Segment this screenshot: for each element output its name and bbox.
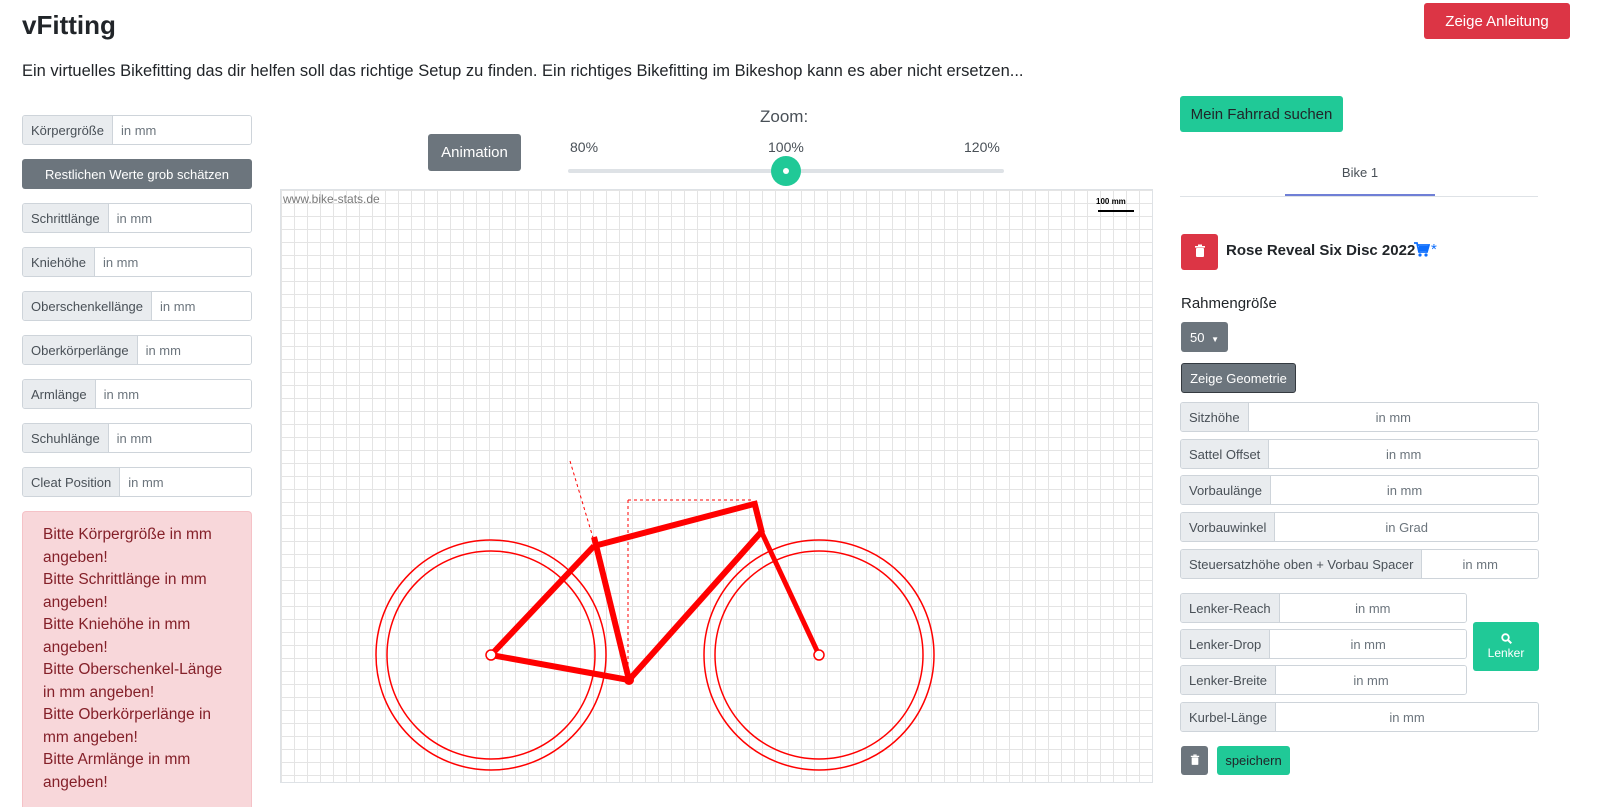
- alert-line: Bitte Kniehöhe in mm angeben!: [43, 616, 191, 656]
- crank-length-group: Kurbel-Länge: [1180, 702, 1539, 732]
- spacer-height-group: Steuersatzhöhe oben + Vorbau Spacer: [1180, 549, 1539, 579]
- front-hub: [813, 649, 825, 661]
- reset-bike-button[interactable]: [1181, 746, 1208, 775]
- estimate-values-button[interactable]: Restlichen Werte grob schätzen: [22, 159, 252, 189]
- validation-alert: Bitte Körpergröße in mm angeben! Bitte S…: [22, 511, 252, 807]
- body-height-input[interactable]: [112, 116, 251, 144]
- zoom-tick-max: 120%: [964, 139, 1000, 155]
- knee-height-input[interactable]: [94, 248, 251, 276]
- bike-name: Rose Reveal Six Disc 2022: [1226, 242, 1416, 259]
- down-tube: [626, 529, 765, 682]
- bar-width-group: Lenker-Breite: [1180, 665, 1467, 695]
- arm-length-label: Armlänge: [23, 380, 96, 408]
- zoom-slider-thumb[interactable]: [771, 156, 801, 186]
- knee-height-label: Kniehöhe: [23, 248, 95, 276]
- torso-length-label: Oberkörperlänge: [23, 336, 138, 364]
- show-guide-button[interactable]: Zeige Anleitung: [1424, 3, 1570, 39]
- alert-line: Bitte Körpergröße in mm angeben!: [43, 526, 212, 566]
- handlebar-search-button[interactable]: Lenker: [1473, 622, 1539, 671]
- chainstay: [490, 652, 630, 683]
- alert-line: Bitte Schrittlänge in mm angeben!: [43, 571, 207, 611]
- trash-icon: [1194, 244, 1205, 257]
- bike-frame-drawing: [375, 460, 935, 771]
- seat-height-input[interactable]: [1248, 403, 1538, 431]
- zoom-tick-min: 80%: [570, 139, 599, 155]
- frame-size-dropdown[interactable]: 50 ▼: [1181, 322, 1228, 352]
- shoe-length-label: Schuhlänge: [23, 424, 109, 452]
- stem-length-group: Vorbaulänge: [1180, 475, 1539, 505]
- zoom-tick-mid: 100%: [768, 139, 804, 155]
- seatstay: [488, 543, 597, 658]
- delete-bike-button[interactable]: [1181, 234, 1218, 270]
- seat-tube: [591, 536, 632, 681]
- torso-length-group: Oberkörperlänge: [22, 335, 252, 365]
- rear-hub: [485, 649, 497, 661]
- cleat-position-label: Cleat Position: [23, 468, 121, 496]
- spacer-height-input[interactable]: [1422, 550, 1538, 578]
- crank-length-input[interactable]: [1276, 703, 1538, 731]
- find-my-bike-button[interactable]: Mein Fahrrad suchen: [1180, 96, 1343, 132]
- thigh-length-group: Oberschenkellänge: [22, 291, 252, 321]
- seat-height-group: Sitzhöhe: [1180, 402, 1539, 432]
- bar-width-label: Lenker-Breite: [1181, 666, 1277, 694]
- arm-length-group: Armlänge: [22, 379, 252, 409]
- thigh-length-input[interactable]: [152, 292, 251, 320]
- bar-reach-label: Lenker-Reach: [1181, 594, 1280, 622]
- thigh-length-label: Oberschenkellänge: [23, 292, 153, 320]
- body-height-group: Körpergröße: [22, 115, 252, 145]
- seat-height-label: Sitzhöhe: [1181, 403, 1249, 431]
- cart-icon[interactable]: [1414, 242, 1430, 257]
- show-geometry-button[interactable]: Zeige Geometrie: [1181, 363, 1296, 393]
- saddle-offset-label: Sattel Offset: [1181, 440, 1270, 468]
- stem-length-label: Vorbaulänge: [1181, 476, 1272, 504]
- saddle-guide: [569, 460, 595, 542]
- stem-length-input[interactable]: [1271, 476, 1538, 504]
- stem-angle-group: Vorbauwinkel: [1180, 512, 1539, 542]
- bottom-bracket: [624, 675, 634, 685]
- bar-width-input[interactable]: [1276, 666, 1466, 694]
- spacer-height-label: Steuersatzhöhe oben + Vorbau Spacer: [1181, 550, 1423, 578]
- arm-length-input[interactable]: [95, 380, 251, 408]
- search-icon: [1500, 632, 1512, 644]
- bar-reach-input[interactable]: [1279, 594, 1466, 622]
- animation-button[interactable]: Animation: [428, 134, 521, 171]
- caret-down-icon: ▼: [1211, 334, 1219, 344]
- alert-line: Bitte Armlänge in mm angeben!: [43, 751, 191, 791]
- cleat-position-input[interactable]: [120, 468, 251, 496]
- page-subtitle: Ein virtuelles Bikefitting das dir helfe…: [22, 62, 1024, 80]
- bar-drop-label: Lenker-Drop: [1181, 630, 1271, 658]
- head-tube: [751, 500, 765, 534]
- tab-bar: [1180, 196, 1538, 197]
- inseam-group: Schrittlänge: [22, 203, 252, 233]
- zoom-label: Zoom:: [760, 107, 809, 126]
- saddle-offset-input[interactable]: [1269, 440, 1538, 468]
- cleat-position-group: Cleat Position: [22, 467, 252, 497]
- stem-angle-input[interactable]: [1275, 513, 1538, 541]
- handlebar-search-label: Lenker: [1487, 645, 1525, 660]
- knee-height-group: Kniehöhe: [22, 247, 252, 277]
- bar-reach-group: Lenker-Reach: [1180, 593, 1467, 623]
- frame-size-label: Rahmengröße: [1181, 295, 1277, 312]
- stem-angle-label: Vorbauwinkel: [1181, 513, 1276, 541]
- shoe-length-input[interactable]: [108, 424, 251, 452]
- torso-length-input[interactable]: [137, 336, 251, 364]
- save-button[interactable]: speichern: [1217, 746, 1290, 775]
- alert-line: Bitte Oberschenkel-Länge in mm angeben!: [43, 661, 223, 701]
- frame-size-value: 50: [1189, 329, 1205, 345]
- body-height-label: Körpergröße: [23, 116, 113, 144]
- tab-bike-1[interactable]: Bike 1: [1285, 165, 1435, 196]
- saddle-offset-group: Sattel Offset: [1180, 439, 1539, 469]
- bar-drop-input[interactable]: [1270, 630, 1466, 658]
- shoe-length-group: Schuhlänge: [22, 423, 252, 453]
- inseam-input[interactable]: [108, 204, 251, 232]
- trash-icon: [1190, 754, 1199, 765]
- crank-length-label: Kurbel-Länge: [1181, 703, 1277, 731]
- alert-line: Bitte Oberkörperlänge in mm angeben!: [43, 706, 212, 746]
- app-title: vFitting: [22, 10, 116, 40]
- top-tube: [593, 501, 755, 549]
- asterisk-note: *: [1431, 241, 1437, 258]
- bar-drop-group: Lenker-Drop: [1180, 629, 1467, 659]
- inseam-label: Schrittlänge: [23, 204, 109, 232]
